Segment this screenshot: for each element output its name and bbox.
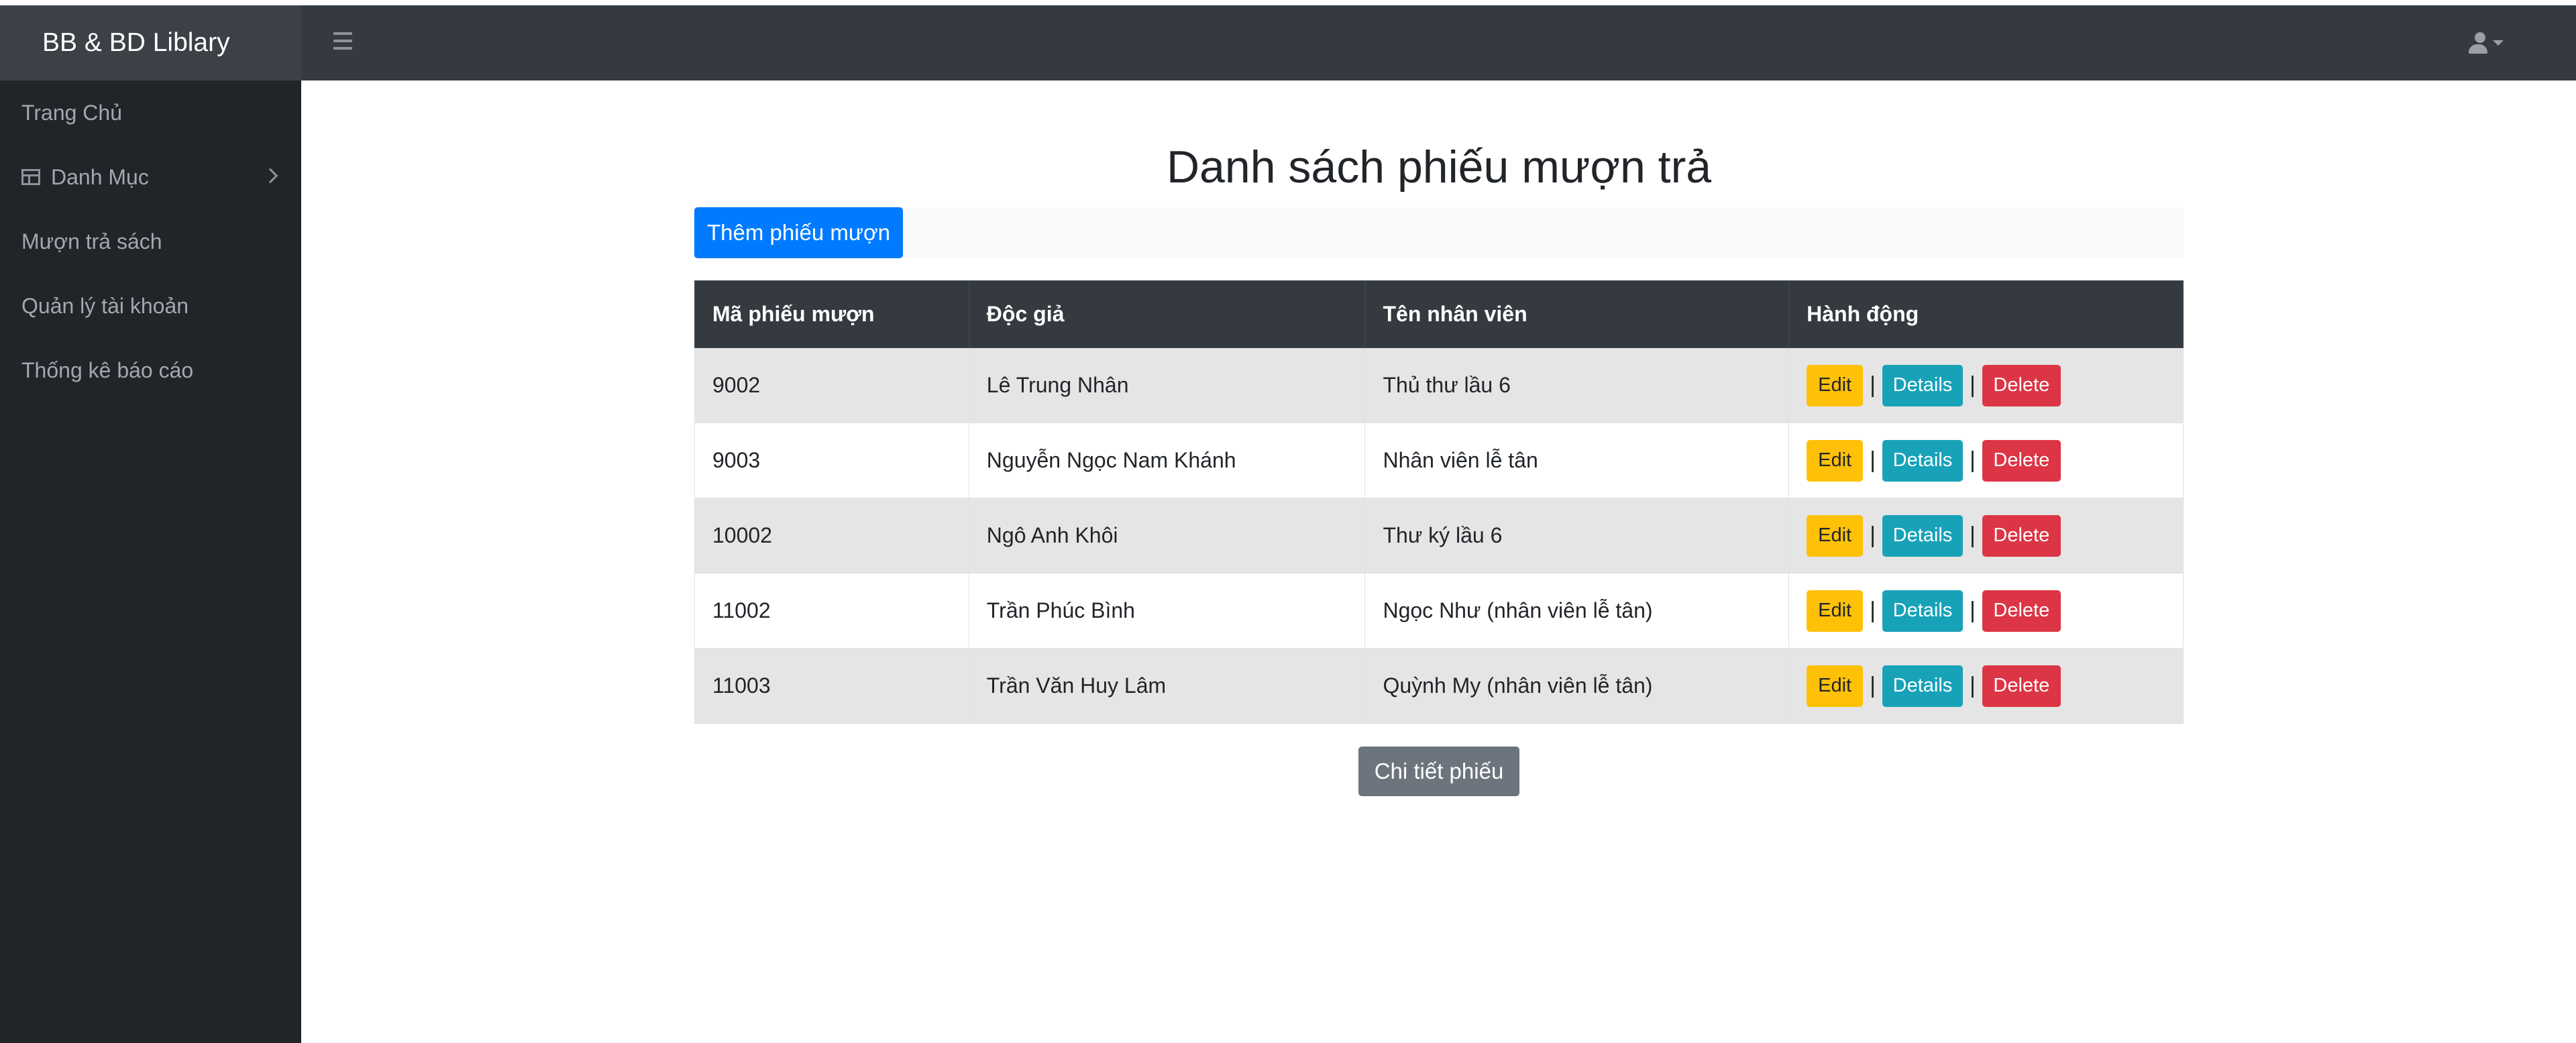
cell-reader: Ngô Anh Khôi [968, 498, 1366, 573]
details-button[interactable]: Details [1882, 514, 1963, 557]
cell-loan-id: 11003 [694, 648, 969, 724]
cell-loan-id: 10002 [694, 498, 969, 573]
details-button[interactable]: Details [1882, 590, 1963, 632]
column-header-actions: Hành động [1788, 280, 2184, 348]
sidebar-item-categories[interactable]: Danh Mục [0, 145, 301, 209]
loan-details-button[interactable]: Chi tiết phiếu [1358, 747, 1519, 796]
sidebar-toggle-icon[interactable] [333, 32, 352, 50]
separator: | [1969, 598, 1976, 623]
user-icon [2469, 32, 2487, 54]
table-row: 10002 Ngô Anh Khôi Thư ký lầu 6 Edit | Det… [694, 498, 2184, 573]
sidebar-item-label: Mượn trả sách [21, 229, 162, 254]
loan-table: Mã phiếu mượn Độc giả Tên nhân viên Hành… [694, 280, 2184, 724]
table-row: 11002 Trần Phúc Bình Ngọc Như (nhân viên l… [694, 573, 2184, 649]
user-menu-dropdown[interactable] [2469, 31, 2504, 55]
cell-staff: Thư ký lầu 6 [1364, 498, 1790, 573]
sidebar: Trang Chủ Danh Mục Mượn trả sách Quản lý… [0, 80, 301, 1043]
edit-button[interactable]: Edit [1807, 439, 1864, 482]
table-row: 9002 Lê Trung Nhân Thủ thư lầu 6 Edit | De… [694, 347, 2184, 423]
top-strip [0, 0, 2576, 5]
sidebar-item-label: Danh Mục [51, 164, 149, 189]
edit-button[interactable]: Edit [1807, 364, 1864, 406]
cell-actions: Edit | Details | Delete [1788, 498, 2184, 573]
cell-actions: Edit | Details | Delete [1788, 573, 2184, 649]
chevron-right-icon [262, 168, 278, 184]
brand-logo[interactable]: BB & BD Liblary [0, 5, 301, 80]
toolbar: Thêm phiếu mượn [694, 207, 2184, 258]
delete-button[interactable]: Delete [1982, 439, 2061, 482]
table-row: 9003 Nguyễn Ngọc Nam Khánh Nhân viên lễ tâ… [694, 423, 2184, 498]
cell-reader: Nguyễn Ngọc Nam Khánh [968, 423, 1366, 498]
column-header-reader: Độc giả [968, 280, 1366, 348]
cell-actions: Edit | Details | Delete [1788, 347, 2184, 423]
separator: | [1969, 523, 1976, 548]
cell-loan-id: 9003 [694, 423, 969, 498]
details-button[interactable]: Details [1882, 665, 1963, 707]
cell-staff: Quỳnh My (nhân viên lễ tân) [1364, 648, 1790, 724]
details-button[interactable]: Details [1882, 364, 1963, 406]
sidebar-item-reports[interactable]: Thống kê báo cáo [0, 338, 301, 402]
cell-loan-id: 9002 [694, 347, 969, 423]
column-header-staff: Tên nhân viên [1364, 280, 1790, 348]
edit-button[interactable]: Edit [1807, 514, 1864, 557]
delete-button[interactable]: Delete [1982, 514, 2061, 557]
separator: | [1969, 372, 1976, 398]
delete-button[interactable]: Delete [1982, 364, 2061, 406]
cell-loan-id: 11002 [694, 573, 969, 649]
sidebar-item-accounts[interactable]: Quản lý tài khoản [0, 274, 301, 338]
table-row: 11003 Trần Văn Huy Lâm Quỳnh My (nhân viên… [694, 648, 2184, 724]
delete-button[interactable]: Delete [1982, 665, 2061, 707]
separator: | [1969, 447, 1976, 473]
separator: | [1969, 673, 1976, 698]
separator: | [1870, 372, 1876, 398]
sidebar-item-label: Thống kê báo cáo [21, 358, 194, 382]
cell-staff: Thủ thư lầu 6 [1364, 347, 1790, 423]
table-header-row: Mã phiếu mượn Độc giả Tên nhân viên Hành… [694, 280, 2184, 348]
top-navbar: BB & BD Liblary [0, 5, 2576, 80]
separator: | [1870, 523, 1876, 548]
sidebar-item-label: Trang Chủ [21, 100, 122, 125]
table-icon [21, 169, 40, 185]
page-title: Danh sách phiếu mượn trả [1166, 142, 1712, 193]
edit-button[interactable]: Edit [1807, 665, 1864, 707]
cell-reader: Trần Văn Huy Lâm [968, 648, 1366, 724]
sidebar-item-home[interactable]: Trang Chủ [0, 80, 301, 145]
details-button[interactable]: Details [1882, 439, 1963, 482]
separator: | [1870, 673, 1876, 698]
cell-reader: Lê Trung Nhân [968, 347, 1366, 423]
cell-actions: Edit | Details | Delete [1788, 423, 2184, 498]
delete-button[interactable]: Delete [1982, 590, 2061, 632]
column-header-loan-id: Mã phiếu mượn [694, 280, 969, 348]
cell-staff: Nhân viên lễ tân [1364, 423, 1790, 498]
sidebar-item-label: Quản lý tài khoản [21, 293, 189, 318]
cell-actions: Edit | Details | Delete [1788, 648, 2184, 724]
sidebar-item-borrow-return[interactable]: Mượn trả sách [0, 209, 301, 274]
caret-down-icon [2493, 40, 2504, 46]
add-loan-button[interactable]: Thêm phiếu mượn [694, 207, 903, 258]
cell-staff: Ngọc Như (nhân viên lễ tân) [1364, 573, 1790, 649]
separator: | [1870, 598, 1876, 623]
cell-reader: Trần Phúc Bình [968, 573, 1366, 649]
separator: | [1870, 447, 1876, 473]
edit-button[interactable]: Edit [1807, 590, 1864, 632]
